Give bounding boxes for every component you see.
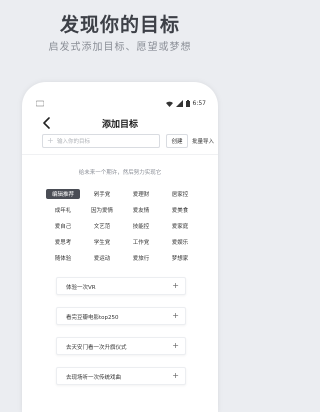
- app-bar: 添加目标: [22, 116, 218, 132]
- status-right: 6:57: [165, 100, 206, 107]
- hint-text: 给未来一个期许，然后努力实现它: [78, 170, 162, 176]
- goal-suggestion-label: 去现场听一次传统戏曲: [66, 375, 122, 381]
- category-tag[interactable]: 工作党: [124, 237, 158, 247]
- add-goal-icon[interactable]: +: [172, 371, 179, 380]
- category-tag[interactable]: 爱运动: [85, 253, 119, 263]
- category-tag[interactable]: 居家控: [163, 189, 197, 199]
- page-title: 添加目标: [101, 120, 138, 130]
- category-tag[interactable]: 因为爱情: [85, 205, 119, 215]
- category-tag[interactable]: 爱自己: [46, 221, 80, 231]
- plus-icon: +: [47, 136, 54, 145]
- goal-suggestion-list: 体验一次VR + 看完豆瓣电影top250 + 去天安门看一次升旗仪式 + 去现场听一次传统…: [56, 277, 186, 397]
- category-tag[interactable]: 爱思考: [46, 237, 80, 247]
- category-tag[interactable]: 成年礼: [46, 205, 80, 215]
- category-tag[interactable]: 编辑推荐: [46, 189, 80, 199]
- phone-screen: 6:57 添加目标 + 输入你的目标 创建 批量导入 给未来一个期许，然后努力实…: [22, 82, 218, 412]
- promo-subline: 启发式添加目标、愿望或梦想: [48, 42, 192, 53]
- category-tag[interactable]: 爱娱乐: [163, 237, 197, 247]
- goal-input-placeholder: 输入你的目标: [57, 139, 91, 145]
- category-tag[interactable]: 爱理财: [124, 189, 158, 199]
- category-tag[interactable]: 文艺范: [85, 221, 119, 231]
- create-button[interactable]: 创建: [166, 134, 188, 148]
- status-left-icons: [36, 100, 44, 107]
- wifi-icon: [165, 101, 173, 107]
- category-tag[interactable]: 爱家庭: [163, 221, 197, 231]
- category-tag[interactable]: 爱友情: [124, 205, 158, 215]
- category-tag[interactable]: 剁手党: [85, 189, 119, 199]
- add-goal-icon[interactable]: +: [172, 281, 179, 290]
- category-tag[interactable]: 梦想家: [163, 253, 197, 263]
- goal-suggestion-label: 看完豆瓣电影top250: [66, 315, 119, 321]
- category-tag[interactable]: 随体验: [46, 253, 80, 263]
- notification-icon: [36, 100, 44, 107]
- goal-input[interactable]: + 输入你的目标: [42, 134, 160, 148]
- category-tag[interactable]: 爱旅行: [124, 253, 158, 263]
- status-time: 6:57: [192, 100, 206, 107]
- battery-icon: [185, 100, 190, 107]
- divider: [22, 154, 218, 155]
- goal-suggestion-card[interactable]: 去现场听一次传统戏曲 +: [56, 367, 186, 385]
- promo-headline: 发现你的目标: [59, 14, 180, 36]
- goal-suggestion-card[interactable]: 去天安门看一次升旗仪式 +: [56, 337, 186, 355]
- goal-suggestion-label: 去天安门看一次升旗仪式: [66, 345, 127, 351]
- goal-input-row: + 输入你的目标 创建 批量导入: [42, 134, 214, 150]
- category-tags: 编辑推荐 剁手党 爱理财 居家控成年礼 因为爱情 爱友情 爱美食爱自己 文艺范 技能控 爱家庭爱思…: [46, 189, 196, 263]
- goal-suggestion-card[interactable]: 体验一次VR +: [56, 277, 186, 295]
- goal-suggestion-card[interactable]: 看完豆瓣电影top250 +: [56, 307, 186, 325]
- add-goal-icon[interactable]: +: [172, 341, 179, 350]
- status-bar: 6:57: [36, 100, 206, 110]
- goal-suggestion-label: 体验一次VR: [66, 285, 96, 291]
- category-tag[interactable]: 爱美食: [163, 205, 197, 215]
- batch-import-button[interactable]: 批量导入: [192, 134, 216, 148]
- category-tag[interactable]: 学生党: [85, 237, 119, 247]
- signal-icon: [175, 100, 183, 107]
- add-goal-icon[interactable]: +: [172, 311, 179, 320]
- category-tag[interactable]: 技能控: [124, 221, 158, 231]
